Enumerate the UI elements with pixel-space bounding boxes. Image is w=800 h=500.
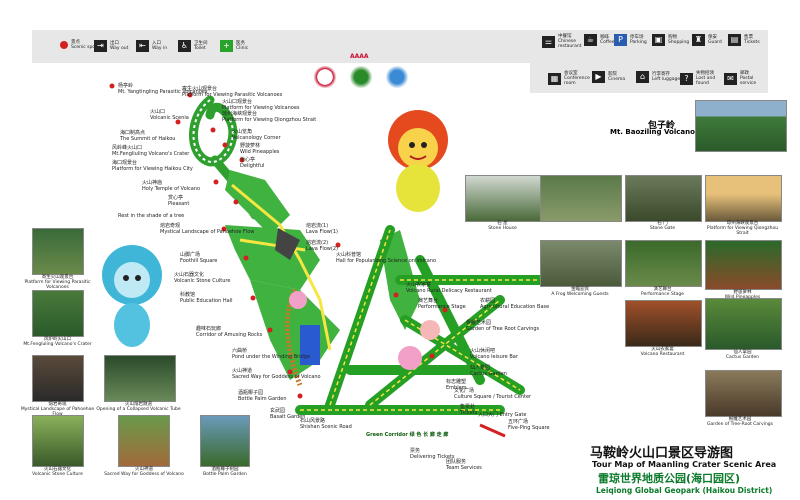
caption-fengluling: 风炉岭火山口 Mt.Fengluling Volcano's Crater	[23, 337, 92, 347]
label-cactus: 仙人掌园 Cactus Garden	[470, 365, 507, 377]
photo-tree-root	[705, 370, 782, 417]
caption-parasitic: 寄生火山观景台 Platform for Viewing Parasitic V…	[24, 275, 91, 290]
label-holy-temple: 火山神庙 Holy Temple of Volcano	[142, 180, 201, 192]
caption-sacred-way: 火山神道 Sacred Way for Goddess of Volcano	[104, 467, 184, 477]
label-pleasant: 赏心亭 Pleasant	[168, 195, 190, 207]
label-wild-pineapples: 野菠萝林 Wild Pineapples	[240, 143, 280, 155]
label-education: 科教馆 Public Education Hall	[180, 292, 233, 304]
label-rest-tree: Rest in the shade of a tree	[118, 213, 185, 219]
caption-stone-gate: 石 门 Stone Gate	[649, 221, 676, 231]
photo-cactus-garden	[705, 298, 782, 350]
caption-stone-house: 石 屋 Stone House	[488, 221, 517, 231]
caption-stone-culture: 火山石器文化 Volcanic Stone Culture	[32, 467, 83, 477]
label-platform-qiongzhou: 琼州海峡观景台 Platform for Viewing Qiongzhou S…	[222, 111, 317, 123]
label-amusing-rocks: 趣味石玩廊 Corridor of Amusing Rocks	[196, 326, 263, 338]
label-volcanic-scenia: 火山口 Volcanic Scenia	[150, 109, 189, 121]
caption-qiongzhou: 琼州海峡观景台 Platform for Viewing Qiongzhou S…	[706, 221, 779, 236]
photo-performance	[625, 240, 702, 287]
label-team-services: 团队服务 Team Services	[446, 459, 482, 471]
photo-stone-house-2	[540, 175, 622, 222]
caption-performance: 演艺舞台 Performance Stage	[641, 287, 684, 297]
label-stone-culture: 火山石器文化 Volcanic Stone Culture	[174, 272, 231, 284]
photo-golden-toad	[540, 240, 622, 287]
label-five-ping: 五环广场 Five-Ping Square	[508, 419, 550, 431]
photo-sacred-way	[118, 415, 170, 467]
entry-arrow	[479, 423, 506, 438]
photo-baoziling	[695, 100, 787, 152]
photo-stone-culture	[32, 415, 84, 467]
caption-golden-toad: 金蟾迎宾 A Frog Welcoming Guests	[551, 287, 609, 297]
geopark-title-cn: 雷琼世界地质公园(海口园区)	[598, 472, 741, 485]
label-lava-flow-2: 熔岩流(2) Lava Flow(2)	[306, 240, 338, 252]
photo-fengluling	[32, 290, 84, 337]
label-delightful: 怡心亭 Delightful	[240, 157, 265, 169]
label-bottle-palm: 酒瓶椰子园 Bottle Palm Garden	[238, 390, 287, 402]
plaza	[289, 291, 307, 309]
map-title-en: Tour Map of Maanling Crater Scenic Area	[592, 460, 777, 469]
photo-mystical	[32, 355, 84, 402]
caption-bottle-palm: 酒瓶椰子树园 Bottle Palm Garden	[203, 467, 247, 477]
label-platform-volcanoes: 火山口观景台 Platform for Viewing Volcanoes	[222, 99, 300, 111]
caption-wild-pineapples: 野菠萝林 Wild Pineapples	[724, 290, 761, 300]
photo-parasitic	[32, 228, 84, 275]
label-hall-science: 火山科普馆 Hall for Popularizing Science on V…	[336, 252, 437, 264]
label-volcanology-corner: 火山览角 Volcanology Corner	[232, 129, 281, 141]
water-mascot	[102, 245, 162, 347]
label-tree-root: 根雕艺术园 Garden of Tree Root Carvings	[466, 320, 540, 332]
label-platform-haikou: 海口观景台 Platform for Viewing Haikou City	[112, 160, 193, 172]
label-leisure-bar: 火山休闲吧 Volcano leisure Bar	[470, 348, 518, 360]
photo-stone-house	[465, 175, 542, 222]
label-green-corridor: Green Corridor 绿 色 长 廊 走 廊	[366, 432, 449, 438]
label-agricultural: 农耕园 Agricultural Education Base	[480, 298, 550, 310]
label-sacred-way: 火山神道 Sacred Way for Goddess of Volcano	[232, 368, 321, 380]
caption-tube: 火山熔岩隧道 Opening of a Collapsed Volcanic T…	[96, 402, 181, 412]
geopark-title-en: Leiqiong Global Geopark (Haikou District…	[596, 486, 773, 495]
label-winding-bridge: 六曲桥 Pond under the Winding Bridge	[232, 348, 311, 360]
photo-qiongzhou	[705, 175, 782, 222]
plaza	[398, 346, 422, 370]
photo-stone-gate	[625, 175, 702, 222]
caption-volcano-restaurant: 火山农家宴 Volcano Restaurant	[640, 347, 685, 357]
baoziling-en: Mt. Baoziling Volcanoe	[610, 128, 700, 136]
map-title-cn: 马鞍岭火山口景区导游图	[590, 446, 734, 461]
label-rural-restaurant: 火山农家宴 Volcano Rural Delicacy Restaurant	[406, 282, 492, 294]
label-platform-parasitic: 寄生火山观景台 Platform for Viewing Parasitic V…	[182, 86, 283, 98]
label-fengliuling: 风岭峰火山口 Mt.Fengliuling Volcano's Crater	[112, 145, 190, 157]
label-foothill: 山脚广场 Foothill Square	[180, 252, 218, 264]
label-tickets: 售票处 Tickets	[460, 404, 478, 416]
fire-mascot	[388, 110, 448, 212]
photo-tube	[104, 355, 176, 402]
label-tourist-center: 文化广场 Culture Square / Tourist Center	[454, 388, 532, 400]
label-entry-gate: 入口大门 Entry Gate	[478, 412, 527, 418]
label-summit: 海口制高点 The Summit of Haikou	[120, 130, 176, 142]
plaza	[420, 320, 440, 340]
caption-tree-root: 根雕艺术园 Garden of Tree-Root Carvings	[706, 417, 774, 427]
label-performance-stage: 演艺舞台 Performance Stage	[418, 298, 466, 310]
caption-mystical: 熔岩奇观 Mystical Landscape of Pahoehoe Flow	[20, 402, 95, 417]
label-shishan-road: 石山风景路 Shishan Scenic Road	[300, 418, 352, 430]
label-lava-flow-1: 熔岩流(1) Lava Flow(1)	[306, 223, 338, 235]
label-mystical: 熔岩奇观 Mystical Landscape of Pahoehoe Flow	[160, 223, 255, 235]
photo-volcano-restaurant	[625, 300, 702, 347]
photo-wild-pineapples	[705, 240, 782, 290]
photo-bottle-palm	[200, 415, 250, 467]
caption-cactus-garden: 仙人掌园 Cactus Garden	[725, 350, 760, 360]
